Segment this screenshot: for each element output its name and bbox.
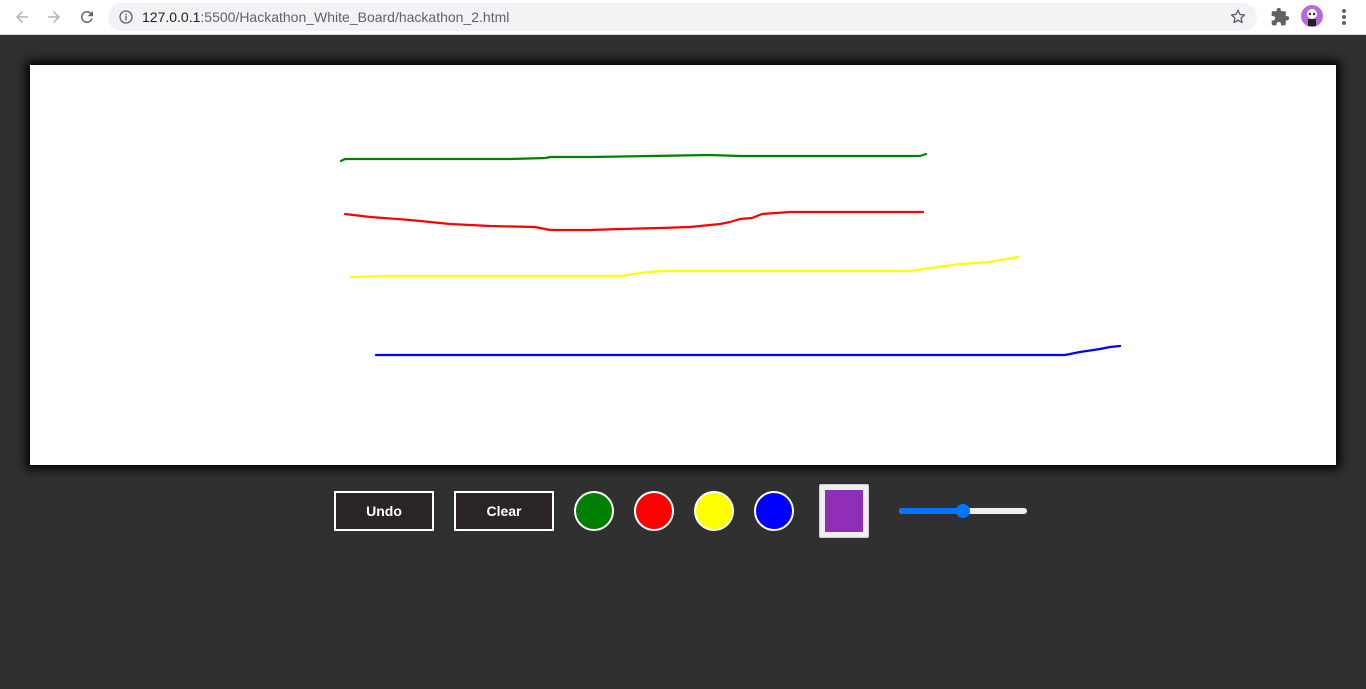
whiteboard-canvas[interactable] — [30, 65, 1336, 465]
color-swatch-blue[interactable] — [754, 491, 794, 531]
address-bar[interactable]: 127.0.0.1:5500/Hackathon_White_Board/hac… — [108, 3, 1257, 31]
slider-track-fill — [899, 508, 963, 514]
reload-button[interactable] — [74, 4, 100, 30]
reload-icon — [80, 10, 93, 23]
avatar-icon — [1307, 9, 1317, 26]
stroke-blue — [374, 344, 1122, 357]
color-picker-input[interactable] — [819, 484, 869, 538]
url-host: 127.0.0.1 — [142, 9, 201, 25]
stroke-red — [343, 210, 925, 232]
forward-button[interactable] — [41, 4, 67, 30]
info-icon[interactable] — [118, 9, 134, 25]
color-picker-swatch — [825, 490, 863, 532]
forward-arrow-icon — [48, 11, 60, 23]
back-button[interactable] — [9, 4, 35, 30]
bookmark-star-icon[interactable] — [1229, 8, 1247, 26]
url-path: :5500/Hackathon_White_Board/hackathon_2.… — [200, 9, 510, 25]
clear-button[interactable]: Clear — [454, 491, 554, 531]
brush-size-slider[interactable] — [899, 504, 1029, 518]
url-text: 127.0.0.1:5500/Hackathon_White_Board/hac… — [142, 3, 509, 31]
back-arrow-icon — [16, 11, 28, 23]
slider-thumb[interactable] — [956, 504, 970, 518]
color-swatch-red[interactable] — [634, 491, 674, 531]
color-swatch-green[interactable] — [574, 491, 614, 531]
browser-menu-icon[interactable] — [1336, 7, 1352, 27]
drawing-surface — [339, 152, 1122, 357]
stroke-yellow — [349, 255, 1020, 279]
stroke-green — [339, 152, 928, 163]
color-swatch-yellow[interactable] — [694, 491, 734, 531]
undo-button[interactable]: Undo — [334, 491, 434, 531]
browser-toolbar: 127.0.0.1:5500/Hackathon_White_Board/hac… — [0, 0, 1366, 35]
extensions-puzzle-icon[interactable] — [1270, 7, 1290, 27]
profile-avatar[interactable] — [1301, 5, 1323, 27]
